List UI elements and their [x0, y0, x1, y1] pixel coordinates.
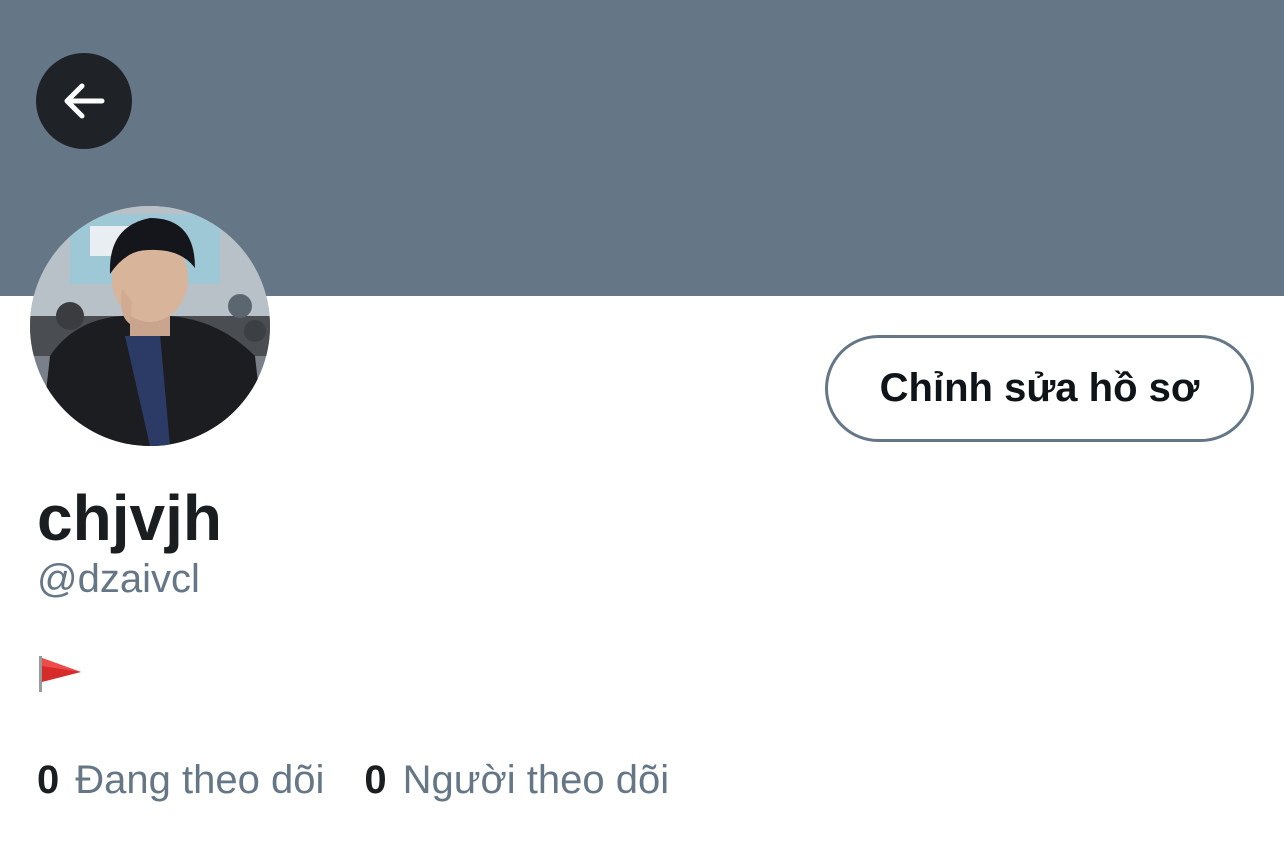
follow-stats: 0 Đang theo dõi 0 Người theo dõi [37, 756, 709, 804]
followers-link[interactable]: 0 Người theo dõi [364, 756, 669, 804]
followers-count: 0 [364, 758, 387, 802]
display-name: chjvjh [37, 482, 222, 554]
arrow-left-icon [64, 83, 105, 119]
following-label: Đang theo dõi [75, 758, 325, 802]
avatar[interactable] [30, 206, 270, 446]
red-triangular-flag-icon [39, 656, 81, 692]
following-link[interactable]: 0 Đang theo dõi [37, 756, 324, 804]
edit-profile-button[interactable]: Chỉnh sửa hồ sơ [825, 335, 1254, 442]
following-count: 0 [37, 758, 60, 802]
bio [37, 652, 85, 696]
followers-label: Người theo dõi [402, 758, 670, 802]
username-handle: @dzaivcl [37, 557, 200, 601]
profile-photo [30, 206, 270, 446]
back-button[interactable] [36, 53, 132, 149]
